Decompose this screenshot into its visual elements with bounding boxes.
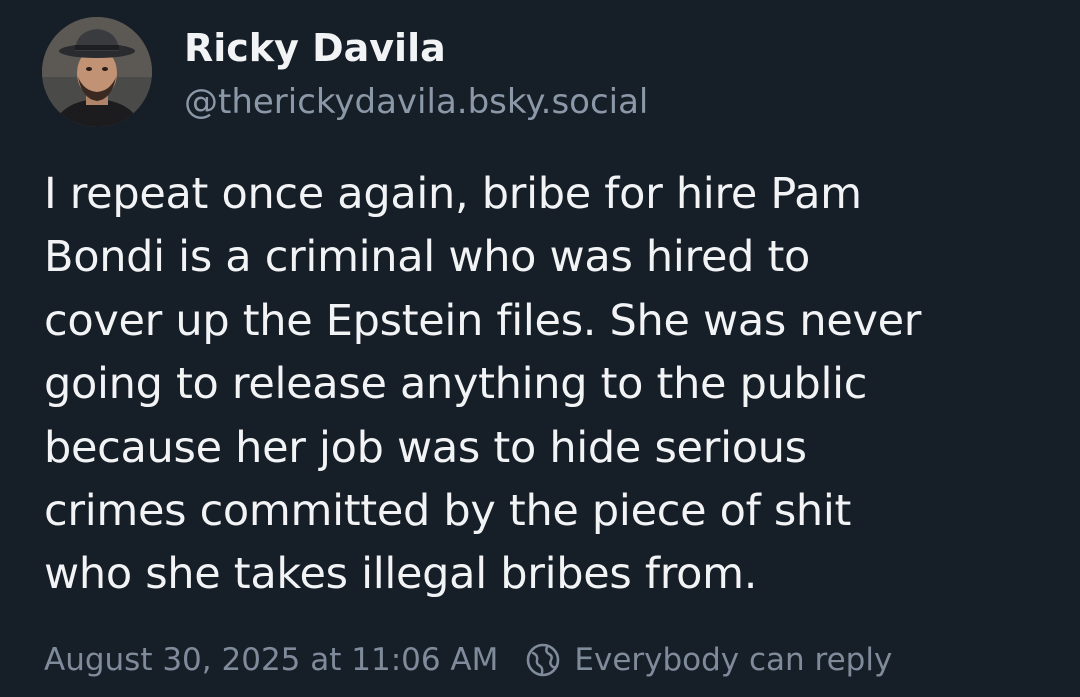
post-meta: August 30, 2025 at 11:06 AM Everybody ca… [44, 638, 892, 682]
post-timestamp[interactable]: August 30, 2025 at 11:06 AM [44, 642, 498, 678]
avatar-photo [42, 17, 152, 127]
author-display-name[interactable]: Ricky Davila [184, 24, 446, 72]
reply-setting[interactable]: Everybody can reply [524, 641, 892, 679]
author-handle[interactable]: @therickydavila.bsky.social [184, 80, 648, 124]
reply-setting-label: Everybody can reply [574, 642, 893, 678]
avatar[interactable] [42, 17, 152, 127]
post-text: I repeat once again, bribe for hire Pam … [44, 169, 922, 600]
post-card: Ricky Davila @therickydavila.bsky.social… [0, 0, 1080, 697]
globe-icon [524, 641, 562, 679]
